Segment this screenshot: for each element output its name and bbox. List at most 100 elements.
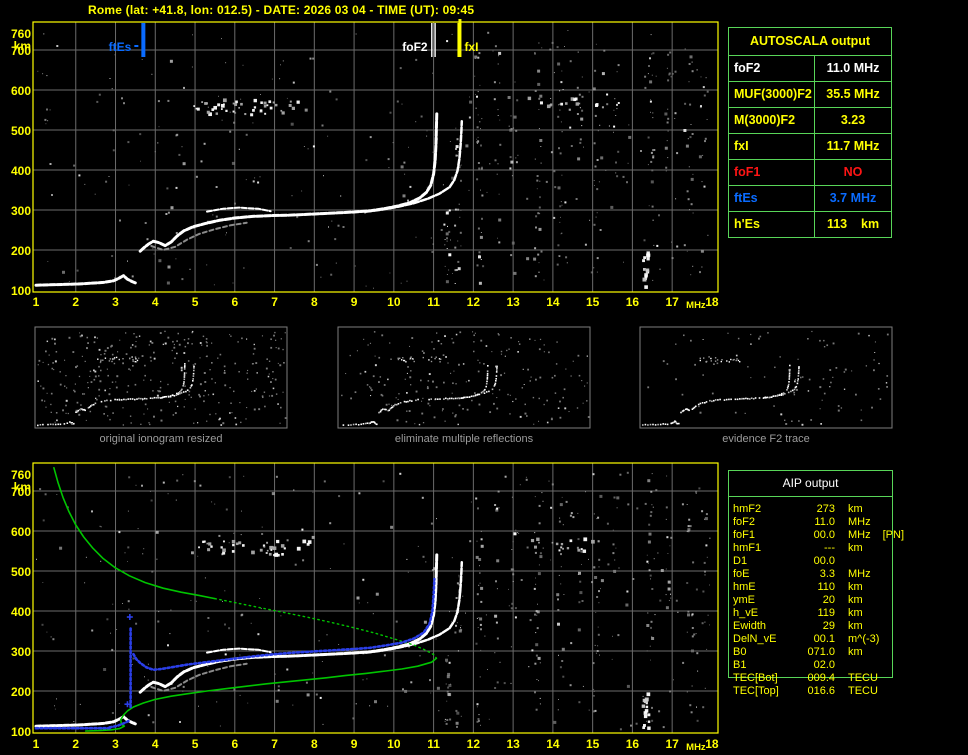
y-tick-label: 500 [11,124,31,138]
aip-row-value: 016.6 [793,685,835,698]
autoscala-row-value: 3.23 [815,108,891,133]
scaling-markers: ftEs foF2 fxI [109,19,479,57]
aip-row-label: hmE [733,581,793,594]
x-tick-label: 9 [351,295,358,309]
aip-row-value: 00.0 [793,529,835,542]
foF2-marker [431,23,432,57]
x-tick-label: 7 [271,295,278,309]
thumbnail-caption-2: eliminate multiple reflections [338,433,590,445]
aip-row: D100.0 [733,555,918,568]
plot-border [33,463,718,733]
autoscala-row-label: fxI [729,134,815,159]
aip-row-label: foF2 [733,516,793,529]
autoscala-row-value: 35.5 MHz [815,82,891,107]
thumbnail-3 [640,327,892,428]
aip-row-label: foF1 [733,529,793,542]
x-tick-label: 12 [467,737,481,751]
x-tick-label: 5 [192,295,199,309]
aip-row-label: hmF2 [733,503,793,516]
x-tick-label: 13 [506,737,520,751]
ftEs-marker [141,23,145,57]
aip-row: hmE110 km [733,581,918,594]
x-tick-label: 12 [467,295,481,309]
aip-row-unit: km [848,503,863,516]
noise-dots [36,472,710,731]
second-hop-echo [193,97,604,117]
aip-row-value: 071.0 [793,646,835,659]
fxI-marker [457,23,461,57]
aip-row-label: ymE [733,594,793,607]
aip-row-value: 110 [793,581,835,594]
y-tick-label: 700 [11,485,31,499]
aip-row: B0071.0km [733,646,918,659]
aip-row-unit: MHz [848,516,871,529]
autoscala-row-label: MUF(3000)F2 [729,82,815,107]
aip-row: hmF1---km [733,542,918,555]
autoscala-table-header: AUTOSCALA output [729,28,891,55]
aip-row-label: D1 [733,555,793,568]
aip-row-unit: TECU [848,685,878,698]
es-trace [36,276,136,286]
y-tick-label: 300 [11,645,31,659]
aip-row-value: 273 [793,503,835,516]
y-tick-label: 200 [11,244,31,258]
x-tick-label: 3 [112,737,119,751]
x-tick-label: 8 [311,295,318,309]
aip-row-value: 02.0 [793,659,835,672]
autoscala-row-value: 11.0 MHz [815,56,891,81]
ftEs-marker-label: ftEs [109,40,132,54]
axis-labels: 760km70060050040030020010012345678910111… [11,27,719,311]
x-tick-label: 2 [72,737,79,751]
autoscala-row-label: foF1 [729,160,815,185]
x-tick-label: 14 [546,737,560,751]
aip-row-value: 29 [793,620,835,633]
y-tick-label: 600 [11,84,31,98]
aip-row-unit: km [848,646,863,659]
aip-row-label: h_vE [733,607,793,620]
x-tick-label: 11 [427,737,440,751]
y-tick-label: 100 [11,284,31,298]
y-tick-label: 500 [11,565,31,579]
aip-row-value: --- [793,542,835,555]
autoscala-table-body: foF211.0 MHzMUF(3000)F235.5 MHzM(3000)F2… [729,55,891,237]
f2-o-trace [140,113,437,251]
aip-table-header: AIP output [729,471,892,497]
x-tick-label: 6 [231,295,238,309]
x-tick-label: 18 [705,295,719,309]
aip-row-label: TEC[Top] [733,685,793,698]
x-tick-label: 10 [387,737,401,751]
aip-row-value: 00.0 [793,555,835,568]
ftEs-marker-dash [134,45,138,47]
autoscala-table: AUTOSCALA output foF211.0 MHzMUF(3000)F2… [728,27,892,238]
grid [33,22,718,292]
aip-row: TEC[Top]016.6 TECU [733,685,918,698]
autoscala-row: foF211.0 MHz [729,55,891,81]
aip-row-value: 20 [793,594,835,607]
x-tick-label: 13 [506,295,520,309]
x-tick-label: 15 [586,295,600,309]
foF2-marker-label: foF2 [402,40,428,54]
foF2-marker-2 [434,23,435,57]
y-tick-label: 200 [11,685,31,699]
aip-row-unit: km [848,542,863,555]
fxI-marker-label: fxI [464,40,478,54]
aip-row-unit: km [848,581,863,594]
autoscala-row-label: ftEs [729,186,815,211]
aip-row-value: 11.0 [793,516,835,529]
autoscala-row: MUF(3000)F235.5 MHz [729,81,891,107]
x-tick-label: 6 [231,737,238,751]
autoscala-row: h'Es113 km [729,211,891,237]
aip-row-label: DelN_vE [733,633,793,646]
ionogram-traces [36,554,462,726]
x-tick-label: 4 [152,737,159,751]
aip-row-unit: km [848,607,863,620]
aip-row-label: TEC[Bot] [733,672,793,685]
autoscala-row-label: M(3000)F2 [729,108,815,133]
y-tick-label: 300 [11,204,31,218]
x-tick-label: 16 [626,737,640,751]
x-tick-label: 4 [152,295,159,309]
x-tick-label: 18 [705,737,719,751]
x-axis-unit: MHz [686,300,706,311]
autoscala-row-value: 11.7 MHz [815,134,891,159]
x-tick-label: 1 [33,737,40,751]
